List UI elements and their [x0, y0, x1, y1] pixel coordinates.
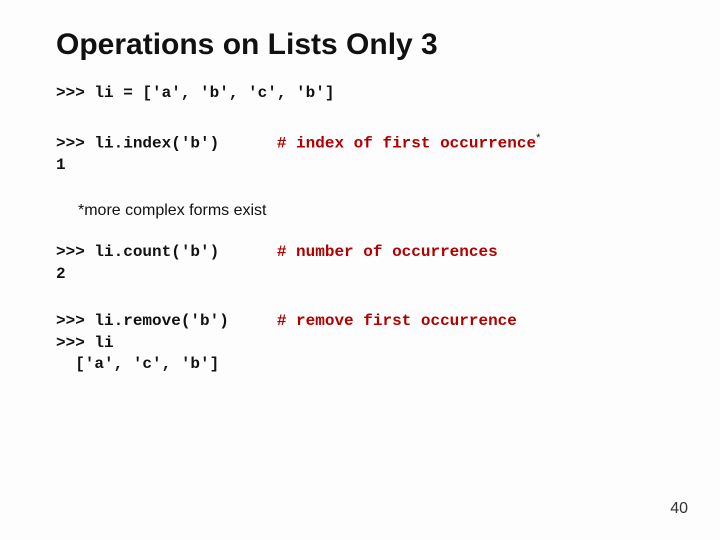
comment-prefix: # [219, 134, 296, 152]
code-block-index: >>> li.index('b') # index of first occur… [56, 131, 664, 177]
code-comment: # remove first occurrence [229, 312, 517, 330]
code-line: >>> li [56, 334, 114, 352]
slide: Operations on Lists Only 3 >>> li = ['a'… [0, 0, 720, 540]
code-line: >>> li = ['a', 'b', 'c', 'b'] [56, 84, 334, 102]
code-output: ['a', 'c', 'b'] [56, 355, 219, 373]
comment-text: remove first occurrence [296, 312, 517, 330]
code-comment: # number of occurrences [219, 243, 497, 261]
code-output: 1 [56, 156, 66, 174]
code-line: >>> li.remove('b') [56, 312, 229, 330]
comment-text: number of occurrences [296, 243, 498, 261]
code-block-count: >>> li.count('b') # number of occurrence… [56, 242, 664, 285]
comment-prefix: # [229, 312, 296, 330]
page-title: Operations on Lists Only 3 [56, 28, 664, 61]
page-number: 40 [670, 500, 688, 518]
code-block-remove: >>> li.remove('b') # remove first occurr… [56, 311, 664, 376]
footnote-text: *more complex forms exist [78, 202, 664, 220]
code-comment: # index of first occurrence [219, 134, 536, 152]
code-line: >>> li.index('b') [56, 134, 219, 152]
comment-prefix: # [219, 243, 296, 261]
footnote-mark: * [536, 132, 540, 144]
code-line: >>> li.count('b') [56, 243, 219, 261]
code-output: 2 [56, 265, 66, 283]
comment-text: index of first occurrence [296, 134, 536, 152]
code-block-assign: >>> li = ['a', 'b', 'c', 'b'] [56, 83, 664, 105]
